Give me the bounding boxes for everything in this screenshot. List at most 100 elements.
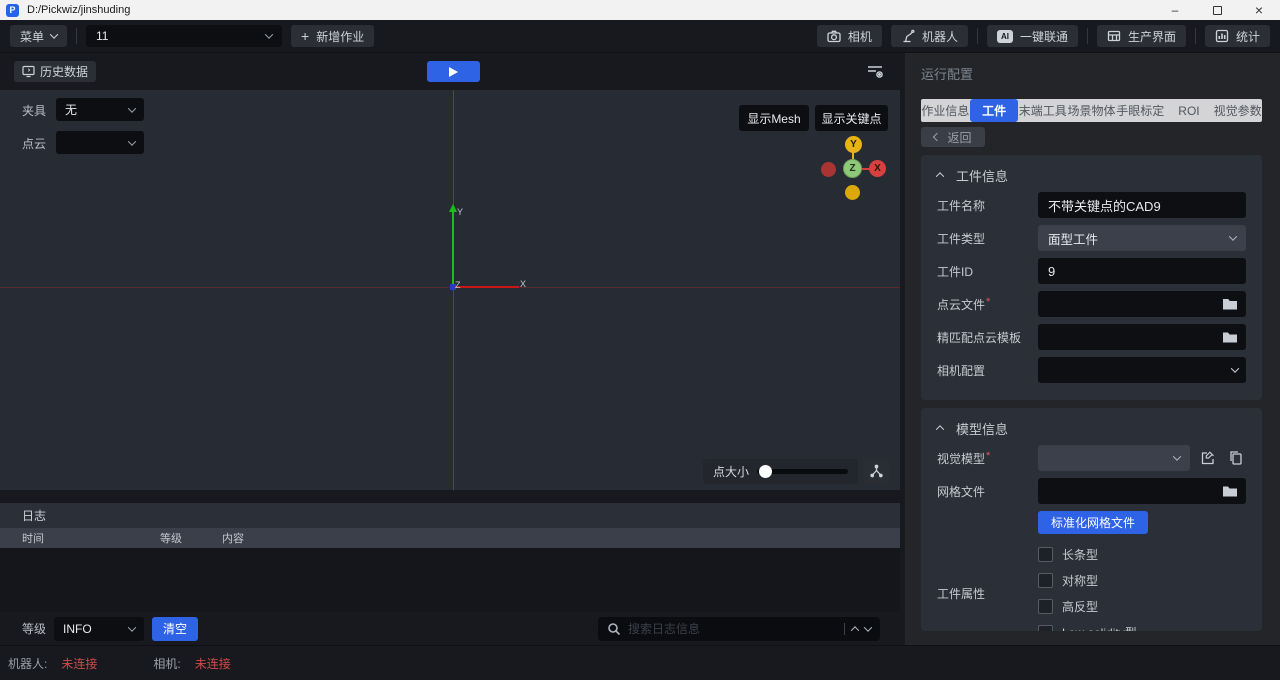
history-data-button[interactable]: 历史数据 [14,61,96,82]
one-key-connect-button[interactable]: AI 一键联通 [987,25,1078,47]
axis-z-label: Z [455,280,461,290]
job-select-value: 11 [96,29,108,43]
copy-model-button[interactable] [1226,448,1246,468]
status-bar: 机器人: 未连接 相机: 未连接 [0,645,1280,680]
match-template-field[interactable] [1038,324,1246,350]
edit-model-button[interactable] [1198,448,1218,468]
log-search-input[interactable] [628,622,837,636]
tab-roi[interactable]: ROI [1165,99,1214,122]
field-row: 工件类型 面型工件 [937,225,1246,251]
toolbar-right-group: 相机 机器人 AI 一键联通 生产界面 统计 [817,25,1270,47]
show-keypoints-button[interactable]: 显示关键点 [815,105,888,131]
maximize-button[interactable] [1196,0,1238,20]
statistics-icon [1215,29,1229,43]
tab-vision-params[interactable]: 视觉参数 [1213,99,1262,122]
gizmo-y-negative-handle[interactable] [845,185,860,200]
statistics-label: 统计 [1236,28,1260,45]
chevron-down-icon [1231,364,1239,372]
workpiece-name-input[interactable] [1038,192,1246,218]
folder-icon[interactable] [1222,484,1238,498]
job-select[interactable]: 11 [86,25,282,47]
attribute-option[interactable]: 对称型 [1038,567,1098,593]
back-button[interactable]: 返回 [921,127,985,147]
plus-icon: + [301,29,309,43]
attribute-option[interactable]: Low-solidity型 [1038,619,1137,631]
axis-x-label: X [520,279,526,289]
folder-icon[interactable] [1222,297,1238,311]
tab-job-info[interactable]: 作业信息 [921,99,970,122]
field-row: 点云文件* [937,291,1246,317]
normalize-mesh-button[interactable]: 标准化网格文件 [1038,511,1148,534]
tab-workpiece[interactable]: 工件 [970,99,1019,122]
gizmo-y-handle[interactable]: Y [845,136,862,153]
attribute-option[interactable]: 高反型 [1038,593,1098,619]
show-mesh-button[interactable]: 显示Mesh [739,105,809,131]
vision-model-select[interactable] [1038,445,1190,471]
gizmo-x-negative-handle[interactable] [821,162,836,177]
tab-end-tool[interactable]: 末端工具 [1018,99,1067,122]
workpiece-id-input[interactable] [1038,258,1246,284]
production-ui-label: 生产界面 [1128,28,1176,45]
gizmo-x-handle[interactable]: X [869,160,886,177]
workpiece-info-header[interactable]: 工件信息 [937,165,1246,185]
checkbox-icon[interactable] [1038,625,1053,632]
menu-button[interactable]: 菜单 [10,25,67,47]
viewport-3d[interactable]: Y X Z 夹具 无 点云 显示Mesh 显示关键点 [0,90,900,490]
camera-status-value: 未连接 [195,655,231,672]
model-info-header[interactable]: 模型信息 [937,418,1246,438]
add-job-label: 新增作业 [316,28,364,45]
production-ui-button[interactable]: 生产界面 [1097,25,1186,47]
model-info-card: 模型信息 视觉模型* [921,408,1262,631]
camera-button[interactable]: 相机 [817,25,882,47]
slider-knob[interactable] [759,465,772,478]
required-marker: * [986,296,990,308]
close-button[interactable]: × [1238,0,1280,20]
tab-scene-object[interactable]: 场景物体 [1067,99,1116,122]
search-next-button[interactable] [864,623,872,631]
pointcloud-select[interactable] [56,131,144,154]
axis-tree-icon [869,464,884,479]
point-size-label: 点大小 [713,463,749,480]
minimize-button[interactable]: – [1154,0,1196,20]
main-toolbar: 菜单 11 + 新增作业 相机 机器人 AI 一键联通 [0,20,1280,53]
axis-y-line [452,212,454,287]
point-size-slider[interactable] [757,469,848,474]
checkbox-icon[interactable] [1038,573,1053,588]
run-button[interactable] [427,61,480,82]
search-separator [844,623,845,635]
axis-tree-button[interactable] [863,459,889,484]
attribute-label: Low-solidity型 [1062,624,1137,632]
panel-title: 运行配置 [921,64,973,83]
fixture-select[interactable]: 无 [56,98,144,121]
folder-icon[interactable] [1222,330,1238,344]
log-level-label: 等级 [22,620,46,637]
pointcloud-file-field[interactable] [1038,291,1246,317]
statistics-button[interactable]: 统计 [1205,25,1270,47]
history-data-label: 历史数据 [40,63,88,80]
ai-icon: AI [997,30,1013,43]
log-level-value: INFO [63,622,92,636]
checkbox-icon[interactable] [1038,599,1053,614]
viewport-settings-button[interactable] [864,60,886,82]
log-rows-area[interactable] [0,548,900,612]
mesh-file-field[interactable] [1038,478,1246,504]
clear-log-button[interactable]: 清空 [152,617,198,641]
robot-icon [901,29,915,43]
add-job-button[interactable]: + 新增作业 [291,25,374,47]
camera-config-select[interactable] [1038,357,1246,383]
workpiece-type-select[interactable]: 面型工件 [1038,225,1246,251]
viewport-column: 历史数据 Y X Z 夹具 无 [0,53,900,645]
search-prev-button[interactable] [851,626,859,634]
tab-hand-eye-calib[interactable]: 手眼标定 [1116,99,1165,122]
attribute-option[interactable]: 长条型 [1038,541,1098,567]
fixture-label: 夹具 [22,102,46,119]
gizmo-z-handle[interactable]: Z [843,159,862,178]
axis-y-gridline [453,90,454,490]
checkbox-icon[interactable] [1038,547,1053,562]
attribute-label: 高反型 [1062,598,1098,615]
robot-button[interactable]: 机器人 [891,25,968,47]
log-search-box [598,617,880,641]
attribute-label: 长条型 [1062,546,1098,563]
log-level-select[interactable]: INFO [54,617,144,641]
chevron-left-icon [933,133,941,141]
